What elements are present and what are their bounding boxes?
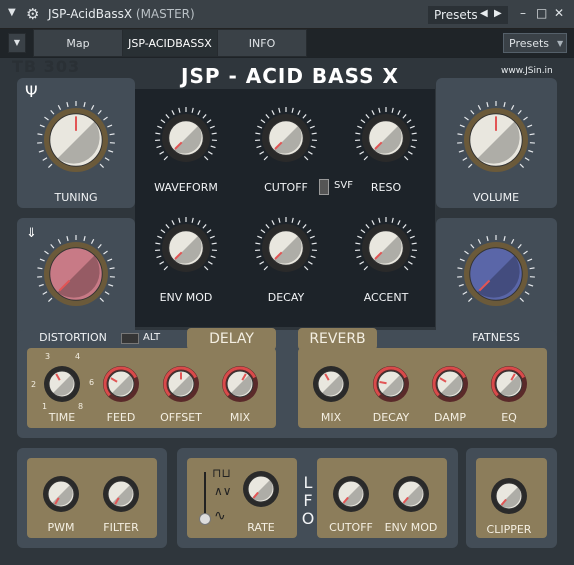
clipper-label: CLIPPER (486, 523, 532, 536)
accent-label: ACCENT (363, 291, 409, 304)
minimize-icon[interactable]: – (520, 6, 526, 20)
lfo-label: LFO (301, 473, 315, 528)
fatness-label: FATNESS (472, 331, 520, 344)
presets-dropdown-label: Presets (509, 36, 550, 50)
tuning-knob-graphic (37, 101, 115, 172)
waveform-knob-graphic (155, 107, 217, 162)
lfo-cutoff-knob[interactable] (325, 468, 377, 520)
plugin-title: JSP - ACID BASS X (181, 64, 399, 88)
square-wave-icon: ⊓⊔ (212, 466, 231, 480)
delay-feed-knob[interactable] (95, 358, 147, 410)
delay-mix-label: MIX (229, 411, 251, 424)
decay-knob-graphic (255, 217, 317, 272)
fatness-knob-graphic (457, 235, 535, 306)
tab-info[interactable]: INFO (217, 29, 307, 57)
delay-offset-knob[interactable] (155, 358, 207, 410)
reverb-damp-knob-graphic (432, 366, 468, 402)
tuning-knob[interactable] (36, 100, 116, 180)
brand-label: TB 303 (12, 57, 81, 76)
reverb-decay-knob[interactable] (365, 358, 417, 410)
filter-label: FILTER (103, 521, 139, 534)
filter-knob-graphic (103, 476, 139, 512)
waveform-knob[interactable] (154, 106, 218, 170)
reverb-decay-knob-graphic (373, 366, 409, 402)
lfo-env-mod-knob[interactable] (385, 468, 437, 520)
chevron-down-icon: ▼ (557, 38, 564, 48)
reverb-mix-knob-graphic (313, 366, 349, 402)
presets-browser[interactable]: Presets ◀ ▶ (428, 6, 508, 24)
volume-knob-graphic (457, 101, 535, 172)
lfo-rate-label: RATE (247, 521, 275, 534)
close-icon[interactable]: ✕ (554, 6, 564, 20)
tab-jsp-acidbassx[interactable]: JSP-ACIDBASSX (122, 29, 218, 57)
website-label: www.JSin.in (501, 66, 553, 76)
delay-time-knob-graphic (44, 366, 80, 402)
filter-knob[interactable] (95, 468, 147, 520)
lfo-env-mod-knob-graphic (393, 476, 429, 512)
delay-offset-knob-graphic (163, 366, 199, 402)
reverb-eq-label: EQ (501, 411, 517, 424)
alt-toggle[interactable] (121, 333, 139, 344)
cutoff-knob-graphic (255, 107, 317, 162)
volume-knob[interactable] (456, 100, 536, 180)
tab-menu-button[interactable]: ▼ (8, 33, 26, 53)
chevron-down-icon: ▼ (13, 38, 21, 47)
pwm-knob-graphic (43, 476, 79, 512)
lfo-env-mod-label: ENV MOD (384, 521, 438, 534)
volume-label: VOLUME (472, 191, 520, 204)
delay-mix-knob[interactable] (214, 358, 266, 410)
cutoff-label: CUTOFF (264, 181, 308, 194)
lfo-slider-handle[interactable] (199, 513, 211, 525)
distortion-knob-graphic (37, 235, 115, 306)
env-mod-label: ENV MOD (159, 291, 213, 304)
accent-knob[interactable] (354, 216, 418, 280)
gear-icon[interactable]: ⚙ (26, 5, 39, 23)
cutoff-knob[interactable] (254, 106, 318, 170)
tuning-label: TUNING (54, 191, 98, 204)
presets-dropdown[interactable]: Presets ▼ (503, 33, 567, 53)
reso-label: RESO (370, 181, 402, 194)
lfo-rate-knob[interactable] (235, 463, 287, 515)
decay-label: DECAY (267, 291, 305, 304)
accent-knob-graphic (355, 217, 417, 272)
reverb-eq-knob-graphic (491, 366, 527, 402)
next-preset-icon[interactable]: ▶ (494, 8, 502, 19)
delay-time-knob[interactable] (36, 358, 88, 410)
waveform-label: WAVEFORM (154, 181, 218, 194)
clipper-knob-graphic (491, 478, 527, 514)
reso-knob[interactable] (354, 106, 418, 170)
distortion-knob[interactable] (36, 234, 116, 314)
reverb-mix-knob[interactable] (305, 358, 357, 410)
delay-mix-knob-graphic (222, 366, 258, 402)
tuning-fork-icon: Ψ (25, 82, 38, 101)
menu-arrow-icon[interactable]: ▼ (8, 7, 16, 18)
triangle-wave-icon: ∧∨ (214, 484, 232, 498)
reverb-damp-knob[interactable] (424, 358, 476, 410)
lfo-rate-knob-graphic (243, 471, 279, 507)
prev-preset-icon[interactable]: ◀ (480, 8, 488, 19)
title-bar: ▼ ⚙ JSP-AcidBassX (MASTER) Presets ◀ ▶ –… (0, 0, 574, 29)
pwm-knob[interactable] (35, 468, 87, 520)
fatness-knob[interactable] (456, 234, 536, 314)
reverb-eq-knob[interactable] (483, 358, 535, 410)
alt-label: ALT (143, 332, 161, 343)
tab-bar: ▼ Map JSP-ACIDBASSX INFO (0, 29, 574, 57)
delay-title: DELAY (209, 331, 254, 347)
env-mod-knob[interactable] (154, 216, 218, 280)
tab-map[interactable]: Map (33, 29, 123, 57)
decay-knob[interactable] (254, 216, 318, 280)
reverb-title: REVERB (309, 331, 366, 347)
maximize-icon[interactable]: □ (536, 6, 547, 20)
env-mod-knob-graphic (155, 217, 217, 272)
window-title: JSP-AcidBassX (MASTER) (48, 7, 195, 21)
distortion-label: DISTORTION (39, 331, 107, 344)
clipper-knob[interactable] (483, 470, 535, 522)
delay-feed-knob-graphic (103, 366, 139, 402)
reso-knob-graphic (355, 107, 417, 162)
presets-label: Presets (434, 8, 478, 22)
time-scale-6: 6 (89, 378, 95, 387)
lfo-cutoff-knob-graphic (333, 476, 369, 512)
